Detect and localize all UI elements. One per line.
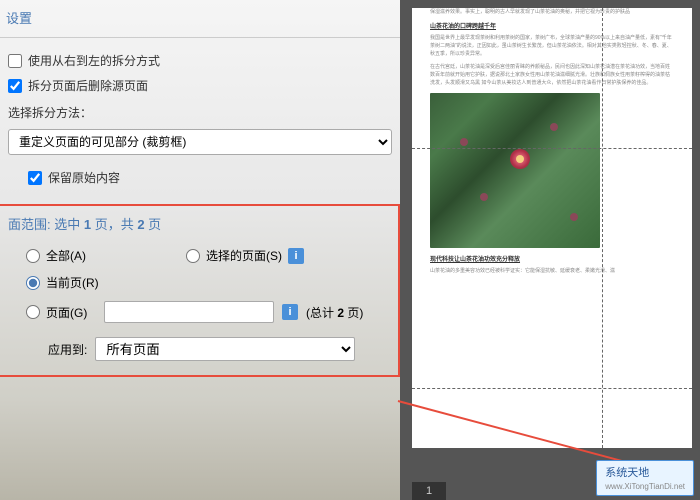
range-all-radio[interactable] [26, 249, 40, 263]
info-icon[interactable]: i [288, 248, 304, 264]
apply-to-select[interactable]: 所有页面 [95, 337, 355, 361]
rtl-split-label: 使用从右到左的拆分方式 [28, 52, 160, 69]
settings-panel: 设置 使用从右到左的拆分方式 拆分页面后删除源页面 选择拆分方法： 重定义页面的… [0, 0, 400, 500]
watermark: 系统天地 www.XiTongTianDi.net [596, 460, 694, 496]
doc-paragraph: 保湿滋养效果。事实上，聪明的古人早就发现了山茶花油的奥秘，并把它视为珍贵的护肤品 [430, 8, 674, 16]
crop-guide-horizontal [412, 148, 692, 149]
range-current-radio[interactable] [26, 276, 40, 290]
keep-original-checkbox[interactable] [28, 171, 42, 185]
doc-paragraph: 山茶花油的多重美容功效已经被科学证实：它能保湿抗敏、延缓衰老、柔嫩光滑、滋 [430, 267, 674, 275]
split-method-select[interactable]: 重定义页面的可见部分 (裁剪框) [8, 129, 392, 155]
page-number: 1 [412, 482, 446, 500]
method-label: 选择拆分方法： [0, 98, 400, 125]
doc-heading: 现代科技让山茶花油功效充分释放 [430, 254, 674, 263]
doc-paragraph: 在古代宫廷，山茶花油是深受后宫佳丽青睐的养颜秘品，民间也因此深知山茶花油潜在茶花… [430, 63, 674, 87]
keep-original-label: 保留原始内容 [48, 169, 120, 186]
doc-heading: 山茶花油的口碑跨越千年 [430, 21, 674, 30]
range-page-radio[interactable] [26, 305, 40, 319]
total-pages-label: (总计 2 页) [306, 304, 363, 321]
crop-guide-vertical [602, 8, 603, 448]
document-preview[interactable]: 保湿滋养效果。事实上，聪明的古人早就发现了山茶花油的奥秘，并把它视为珍贵的护肤品… [412, 8, 692, 448]
range-page-label: 页面(G) [46, 304, 87, 321]
range-selected-radio[interactable] [186, 249, 200, 263]
rtl-split-checkbox[interactable] [8, 54, 22, 68]
page-range-section: 面范围: 选中 1 页，共 2 页 全部(A) 选择的页面(S) i 当前页(R… [0, 204, 400, 377]
page-input[interactable] [104, 301, 274, 323]
range-current-label: 当前页(R) [46, 274, 99, 291]
delete-source-checkbox[interactable] [8, 79, 22, 93]
doc-image [430, 93, 600, 248]
range-all-label: 全部(A) [46, 247, 86, 264]
doc-paragraph: 我国是世界上最早发现茶树和利用茶树的国家，茶树广布，全球茶油产量的90%以上来自… [430, 34, 674, 58]
info-icon[interactable]: i [282, 304, 298, 320]
range-selected-label: 选择的页面(S) [206, 247, 282, 264]
apply-to-label: 应用到: [48, 341, 87, 358]
range-title: 面范围: 选中 1 页，共 2 页 [8, 214, 390, 233]
delete-source-label: 拆分页面后删除源页面 [28, 77, 148, 94]
settings-title: 设置 [0, 0, 400, 38]
preview-panel: 保湿滋养效果。事实上，聪明的古人早就发现了山茶花油的奥秘，并把它视为珍贵的护肤品… [400, 0, 700, 500]
crop-guide-horizontal [412, 388, 692, 389]
